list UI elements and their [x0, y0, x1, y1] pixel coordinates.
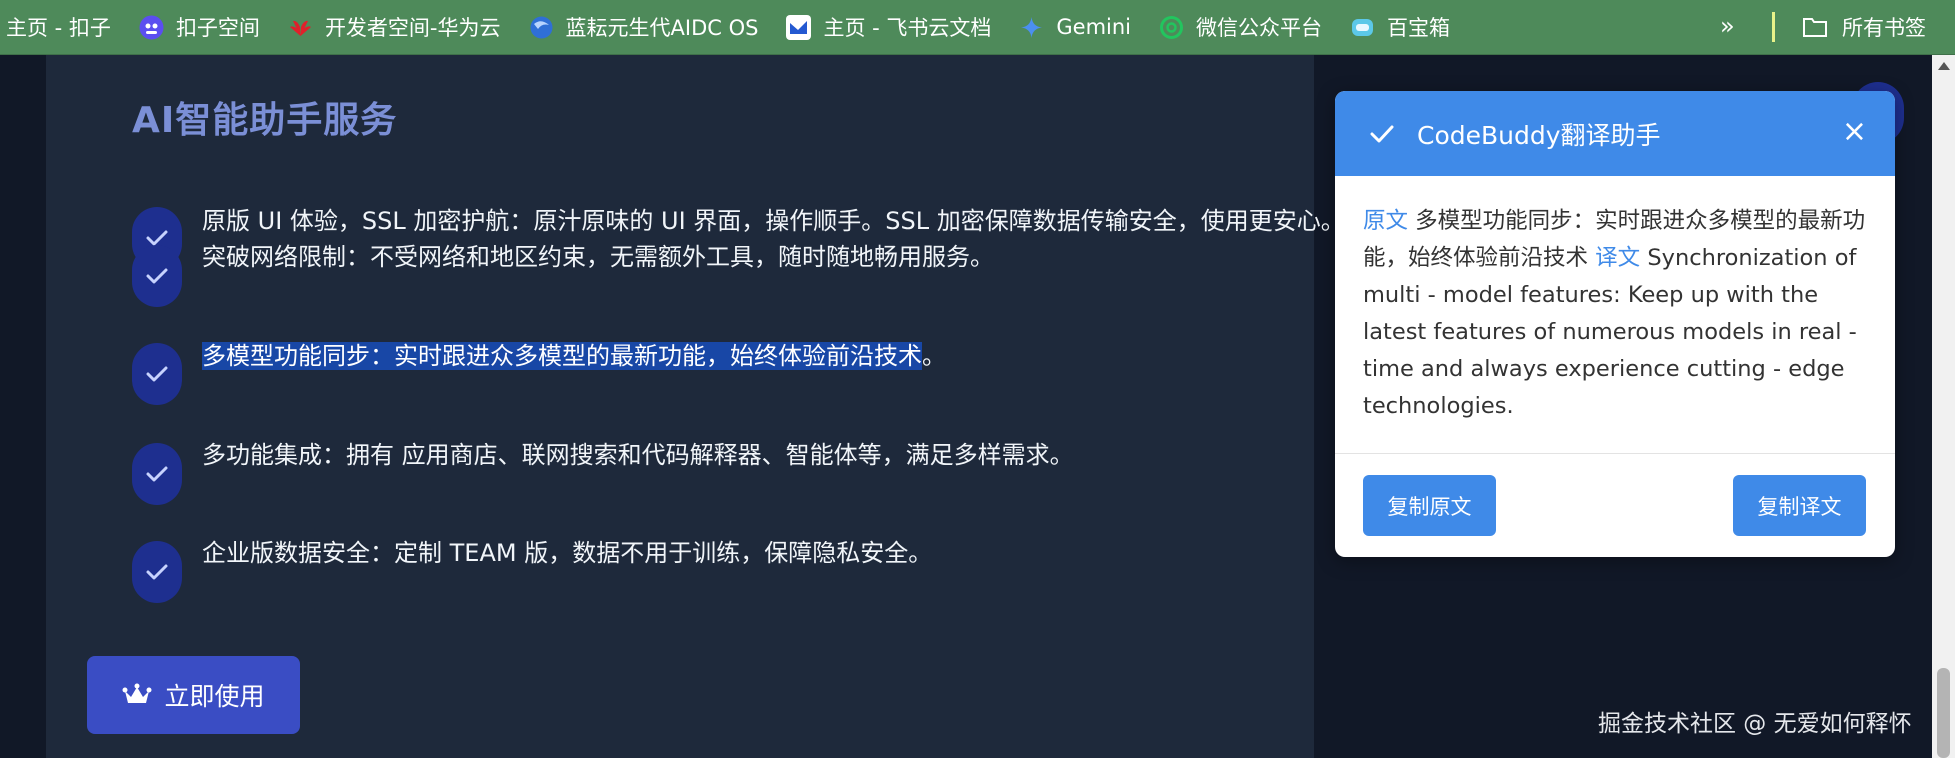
bookmark-label: 开发者空间-华为云	[324, 16, 501, 40]
all-bookmarks-button[interactable]: 所有书签	[1802, 12, 1926, 42]
scrollbar-thumb[interactable]	[1937, 668, 1950, 758]
check-icon	[1370, 125, 1394, 142]
check-icon	[146, 366, 168, 382]
bookmark-label: Gemini	[1056, 15, 1132, 39]
folder-icon	[1803, 18, 1827, 37]
bookmark-label: 主页 - 飞书云文档	[823, 16, 992, 40]
crown-icon	[122, 683, 152, 703]
feature-text: 多功能集成：拥有 应用商店、联网搜索和代码解释器、智能体等，满足多样需求。	[202, 441, 1074, 469]
translation-popup: CodeBuddy翻译助手 × 原文 多模型功能同步：实时跟进众多模型的最新功能…	[1335, 91, 1895, 557]
popup-header: CodeBuddy翻译助手 ×	[1335, 91, 1895, 176]
translation-text: Synchronization of multi - model feature…	[1363, 245, 1857, 419]
bookmark-label: 扣子空间	[175, 16, 260, 40]
service-panel: AI智能助手服务 原版 UI 体验，SSL 加密护航：原汁原味的 UI 界面，操…	[46, 55, 1345, 758]
bookmark-label: 百宝箱	[1387, 16, 1451, 40]
feature-text-end: 。	[922, 342, 946, 370]
copy-original-button[interactable]: 复制原文	[1363, 475, 1496, 536]
lanyun-icon	[529, 15, 554, 40]
baibaoxiang-icon	[1350, 15, 1375, 40]
page-margin	[0, 55, 46, 758]
feature-text: 原版 UI 体验，SSL 加密护航：原汁原味的 UI 界面，操作顺手。SSL 加…	[202, 207, 1345, 235]
bookmark-lanyun[interactable]: 蓝耘元生代AIDC OS	[529, 12, 759, 42]
check-badge	[132, 245, 182, 307]
feishu-icon	[786, 14, 812, 40]
original-label: 原文	[1363, 208, 1409, 234]
watermark: 掘金技术社区 @ 无爱如何释怀	[1598, 711, 1912, 737]
coze-icon	[139, 15, 164, 40]
feature-text: 突破网络限制：不受网络和地区约束，无需额外工具，随时随地畅用服务。	[202, 243, 994, 271]
bookmark-label: 蓝耘元生代AIDC OS	[565, 16, 759, 40]
copy-translation-button[interactable]: 复制译文	[1733, 475, 1866, 536]
translation-label: 译文	[1595, 245, 1641, 271]
feature-text: 企业版数据安全：定制 TEAM 版，数据不用于训练，保障隐私安全。	[202, 539, 933, 567]
popup-title: CodeBuddy翻译助手	[1417, 120, 1661, 150]
scroll-up-arrow-icon[interactable]	[1938, 62, 1950, 70]
huawei-icon	[288, 15, 313, 40]
check-badge	[132, 541, 182, 603]
bookmark-wechat-mp[interactable]: 微信公众平台	[1159, 12, 1322, 42]
check-badge	[132, 443, 182, 505]
selected-text[interactable]: 多模型功能同步：实时跟进众多模型的最新功能，始终体验前沿技术	[202, 342, 922, 370]
close-icon[interactable]: ×	[1842, 117, 1867, 147]
bookmarks-bar: 主页 - 扣子 扣子空间 开发者空间-华为云 蓝耘元生代AIDC OS 主页 -…	[0, 0, 1955, 55]
feature-text: 多模型功能同步：实时跟进众多模型的最新功能，始终体验前沿技术。	[202, 337, 1402, 376]
check-icon	[146, 268, 168, 284]
bookmark-baibaoxiang[interactable]: 百宝箱	[1350, 12, 1450, 42]
section-heading: AI智能助手服务	[132, 100, 398, 141]
popup-body: 原文 多模型功能同步：实时跟进众多模型的最新功能，始终体验前沿技术 译文 Syn…	[1363, 203, 1873, 425]
scrollbar[interactable]	[1932, 55, 1955, 758]
bookmark-coze-space[interactable]: 扣子空间	[139, 12, 260, 42]
bookmark-gemini[interactable]: Gemini	[1019, 15, 1131, 40]
wechat-icon	[1159, 15, 1184, 40]
bookmark-feishu[interactable]: 主页 - 飞书云文档	[786, 12, 991, 42]
bookmark-huawei-cloud[interactable]: 开发者空间-华为云	[288, 12, 501, 42]
use-now-button[interactable]: 立即使用	[87, 656, 300, 734]
bookmarks-divider	[1772, 12, 1775, 42]
popup-divider	[1335, 453, 1895, 454]
gemini-icon	[1019, 15, 1044, 40]
check-icon	[146, 564, 168, 580]
check-badge	[132, 343, 182, 405]
bookmark-label: 主页 - 扣子	[6, 16, 111, 40]
bookmark-coze-home[interactable]: 主页 - 扣子	[6, 12, 111, 42]
bookmark-label: 微信公众平台	[1196, 16, 1323, 40]
use-now-label: 立即使用	[164, 682, 265, 711]
check-icon	[146, 466, 168, 482]
all-bookmarks-label: 所有书签	[1842, 16, 1926, 40]
more-bookmarks-button[interactable]: »	[1720, 12, 1735, 40]
